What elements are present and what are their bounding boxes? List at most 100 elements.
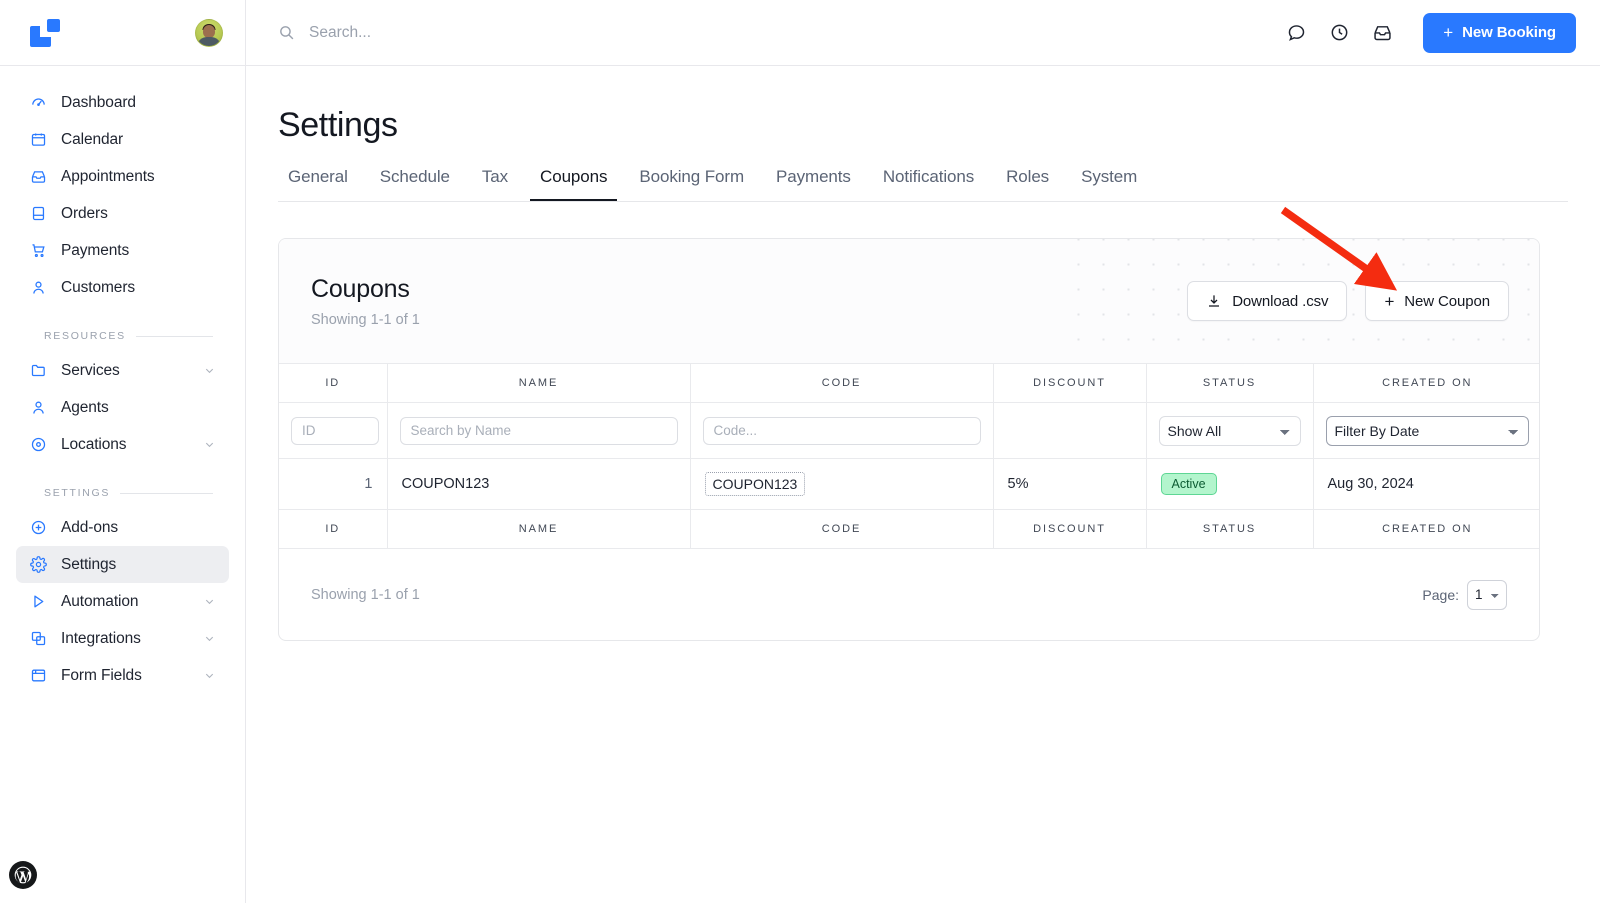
dashboard-icon [30, 94, 47, 111]
sidebar-item-add-ons[interactable]: Add-ons [16, 509, 229, 546]
sidebar-item-customers[interactable]: Customers [16, 269, 229, 306]
content: Settings General Schedule Tax Coupons Bo… [246, 66, 1600, 903]
sidebar-item-integrations[interactable]: Integrations [16, 620, 229, 657]
tab-coupons[interactable]: Coupons [530, 167, 618, 201]
sidebar-item-services[interactable]: Services [16, 352, 229, 389]
settings-tabs: General Schedule Tax Coupons Booking For… [278, 167, 1568, 202]
sidebar-item-agents[interactable]: Agents [16, 389, 229, 426]
avatar[interactable] [195, 18, 223, 47]
sidebar-item-orders[interactable]: Orders [16, 195, 229, 232]
new-booking-button[interactable]: + New Booking [1423, 12, 1576, 53]
chevron-down-icon[interactable] [204, 670, 215, 681]
coupon-code-chip[interactable]: COUPON123 [704, 472, 806, 496]
filter-id-input[interactable] [291, 416, 379, 445]
inbox-icon[interactable] [1372, 22, 1393, 43]
col-footer-name: NAME [387, 509, 691, 548]
filter-cell-created-on: Filter By Date [1313, 402, 1539, 459]
status-badge: Active [1160, 473, 1217, 495]
sidebar-item-label: Orders [61, 204, 108, 222]
search-input[interactable] [309, 23, 649, 42]
col-header-name-label: NAME [518, 377, 559, 389]
col-footer-status: STATUS [1146, 509, 1314, 548]
sidebar-item-label: Calendar [61, 130, 124, 148]
tab-payments[interactable]: Payments [766, 167, 861, 201]
calendar-icon [30, 131, 47, 148]
col-header-discount-label: DISCOUNT [1033, 377, 1106, 389]
tab-notifications[interactable]: Notifications [873, 167, 984, 201]
chevron-down-icon[interactable] [204, 365, 215, 376]
plus-icon: + [1384, 291, 1395, 311]
app-root: Dashboard Calendar Appointments Orders P… [0, 0, 1600, 903]
main-area: + New Booking Settings General Schedule … [246, 0, 1600, 903]
sidebar-header [0, 0, 245, 66]
footer-showing-text: Showing 1-1 of 1 [311, 586, 420, 603]
sidebar-item-label: Dashboard [61, 93, 136, 111]
col-header-created-on-label: CREATED ON [1382, 377, 1473, 389]
col-header-code: CODE [690, 363, 994, 403]
col-header-discount: DISCOUNT [993, 363, 1147, 403]
tab-schedule[interactable]: Schedule [370, 167, 460, 201]
tab-system[interactable]: System [1071, 167, 1147, 201]
filter-code-input[interactable] [702, 416, 981, 445]
cell-created-on-value: Aug 30, 2024 [1327, 476, 1414, 492]
tab-general[interactable]: General [278, 167, 358, 201]
col-footer-discount-label: DISCOUNT [1033, 523, 1106, 535]
coupons-card-header: Coupons Showing 1-1 of 1 Download .csv +… [279, 239, 1539, 363]
wordpress-icon[interactable] [9, 861, 37, 889]
download-csv-label: Download .csv [1232, 292, 1329, 310]
tab-booking-form[interactable]: Booking Form [629, 167, 754, 201]
play-icon [30, 593, 47, 610]
sidebar-item-automation[interactable]: Automation [16, 583, 229, 620]
sidebar-item-appointments[interactable]: Appointments [16, 158, 229, 195]
table-row[interactable]: 1 COUPON123 COUPON123 5% Active Aug 30, … [279, 458, 1539, 510]
col-header-status-label: STATUS [1202, 377, 1257, 389]
tab-roles[interactable]: Roles [996, 167, 1059, 201]
customers-icon [30, 279, 47, 296]
divider [120, 492, 213, 494]
cell-status: Active [1146, 458, 1314, 510]
app-logo-icon[interactable] [30, 18, 60, 47]
plus-icon: + [1443, 23, 1454, 42]
clock-icon[interactable] [1329, 22, 1350, 43]
cell-discount: 5% [993, 458, 1147, 510]
tab-tax[interactable]: Tax [472, 167, 518, 201]
page-label: Page: [1422, 586, 1459, 603]
sidebar-item-payments[interactable]: Payments [16, 232, 229, 269]
sidebar: Dashboard Calendar Appointments Orders P… [0, 0, 246, 903]
filter-date-select[interactable]: Filter By Date [1325, 415, 1529, 446]
global-search[interactable] [278, 23, 1272, 42]
cell-name-value: COUPON123 [401, 476, 490, 492]
page-select[interactable]: 1 [1467, 579, 1507, 610]
col-header-code-label: CODE [821, 377, 862, 389]
new-coupon-button[interactable]: + New Coupon [1365, 281, 1509, 321]
filter-status-select[interactable]: Show All [1158, 415, 1301, 446]
chevron-down-icon[interactable] [204, 596, 215, 607]
filter-cell-status: Show All [1146, 402, 1314, 459]
sidebar-item-label: Form Fields [61, 666, 142, 684]
chat-icon[interactable] [1286, 22, 1307, 43]
col-header-status: STATUS [1146, 363, 1314, 403]
form-fields-icon [30, 667, 47, 684]
chevron-down-icon[interactable] [204, 633, 215, 644]
filter-name-input[interactable] [399, 416, 678, 445]
sidebar-item-dashboard[interactable]: Dashboard [16, 84, 229, 121]
sidebar-item-label: Automation [61, 592, 139, 610]
sidebar-item-label: Add-ons [61, 518, 119, 536]
chevron-down-icon[interactable] [204, 439, 215, 450]
sidebar-item-settings[interactable]: Settings [16, 546, 229, 583]
coupons-card-footer: Showing 1-1 of 1 Page: 1 [279, 548, 1539, 640]
coupons-card-actions: Download .csv + New Coupon [1187, 281, 1509, 321]
sidebar-section-resources: RESOURCES [44, 330, 213, 342]
coupons-table: ID NAME CODE DISCOUNT STATUS CREATED ON [279, 363, 1539, 548]
download-csv-button[interactable]: Download .csv [1187, 281, 1348, 321]
new-booking-label: New Booking [1462, 24, 1556, 41]
topbar-actions: + New Booking [1286, 12, 1576, 53]
sidebar-item-calendar[interactable]: Calendar [16, 121, 229, 158]
appointments-icon [30, 168, 47, 185]
sidebar-item-form-fields[interactable]: Form Fields [16, 657, 229, 694]
coupons-table-foot: ID NAME CODE DISCOUNT STATUS CREATED ON [279, 509, 1539, 548]
sidebar-item-label: Payments [61, 241, 130, 259]
orders-icon [30, 205, 47, 222]
coupons-title: Coupons [311, 274, 410, 303]
sidebar-item-locations[interactable]: Locations [16, 426, 229, 463]
